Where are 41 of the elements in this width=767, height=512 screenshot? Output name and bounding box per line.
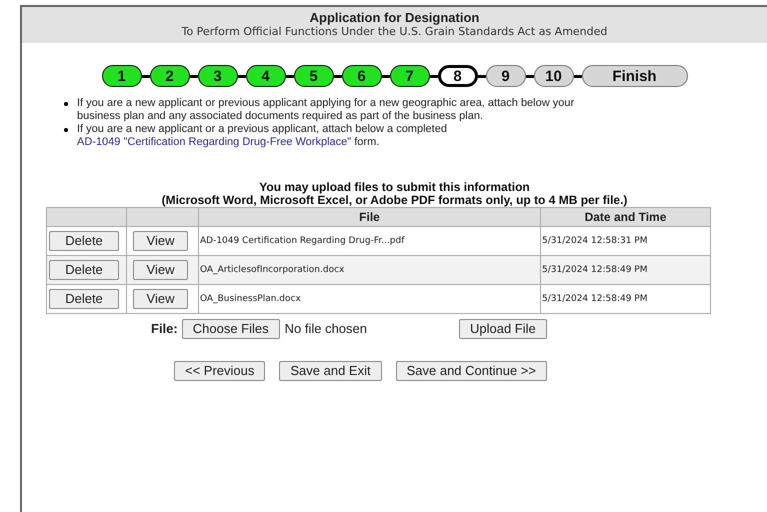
upload-note: (Microsoft Word, Microsoft Excel, or Adobe PDF formats only, up to 4 MB per file.): [162, 194, 628, 207]
view-button[interactable]: View: [133, 231, 188, 251]
delete-button[interactable]: Delete: [49, 260, 119, 280]
upload-file-button[interactable]: Upload File: [459, 319, 547, 339]
step-indicator: Finish: [582, 65, 688, 87]
instruction-text: If you are a new applicant or previous applicant applying for a new geographic area, attach below your business plan and any associated documents required as part of the business plan.: [77, 97, 576, 123]
nav-button[interactable]: Save and Continue >>: [396, 361, 547, 381]
date-cell: 5/31/2024 12:58:49 PM: [542, 294, 648, 304]
step-indicator: 1: [102, 65, 142, 87]
instruction-text: If you are a new applicant or a previous applicant, attach below a completed AD-1049 "Certification Regarding Drug-Free Workplace" form.: [77, 123, 448, 149]
page-title: Application for Designation: [310, 10, 480, 25]
step-indicator: 5: [294, 65, 334, 87]
choose-files-button[interactable]: Choose Files: [182, 319, 280, 339]
delete-button[interactable]: Delete: [49, 231, 119, 251]
bullet-icon: [64, 128, 68, 132]
file-name-cell: OA_ArticlesofIncorporation.docx: [200, 265, 344, 275]
step-indicator: 2: [150, 65, 190, 87]
delete-button[interactable]: Delete: [49, 289, 119, 309]
file-status: No file chosen: [284, 320, 367, 338]
date-cell: 5/31/2024 12:58:49 PM: [542, 265, 648, 275]
view-button[interactable]: View: [133, 289, 188, 309]
column-header: Date and Time: [540, 208, 710, 226]
file-name-cell: AD-1049 Certification Regarding Drug-Fr...pdf: [200, 236, 404, 246]
file-name-cell: OA_BusinessPlan.docx: [200, 294, 301, 304]
step-indicator: 7: [390, 65, 430, 87]
form-link[interactable]: AD-1049 "Certification Regarding Drug-Free Workplace": [77, 136, 352, 148]
step-indicator: 4: [246, 65, 286, 87]
bullet-icon: [64, 102, 68, 106]
column-header: File: [198, 208, 540, 226]
view-button[interactable]: View: [133, 260, 188, 280]
step-indicator: 3: [198, 65, 238, 87]
page-subtitle: To Perform Official Functions Under the U.S. Grain Standards Act as Amended: [182, 25, 608, 39]
nav-button[interactable]: Save and Exit: [279, 361, 382, 381]
step-indicator: 6: [342, 65, 382, 87]
step-indicator: 9: [486, 65, 526, 87]
upload-heading: You may upload files to submit this information: [259, 181, 530, 194]
file-label: File:: [151, 320, 178, 338]
nav-button[interactable]: << Previous: [174, 361, 266, 381]
step-indicator: 8: [438, 65, 478, 87]
step-indicator: 10: [534, 65, 574, 87]
date-cell: 5/31/2024 12:58:31 PM: [542, 236, 648, 246]
